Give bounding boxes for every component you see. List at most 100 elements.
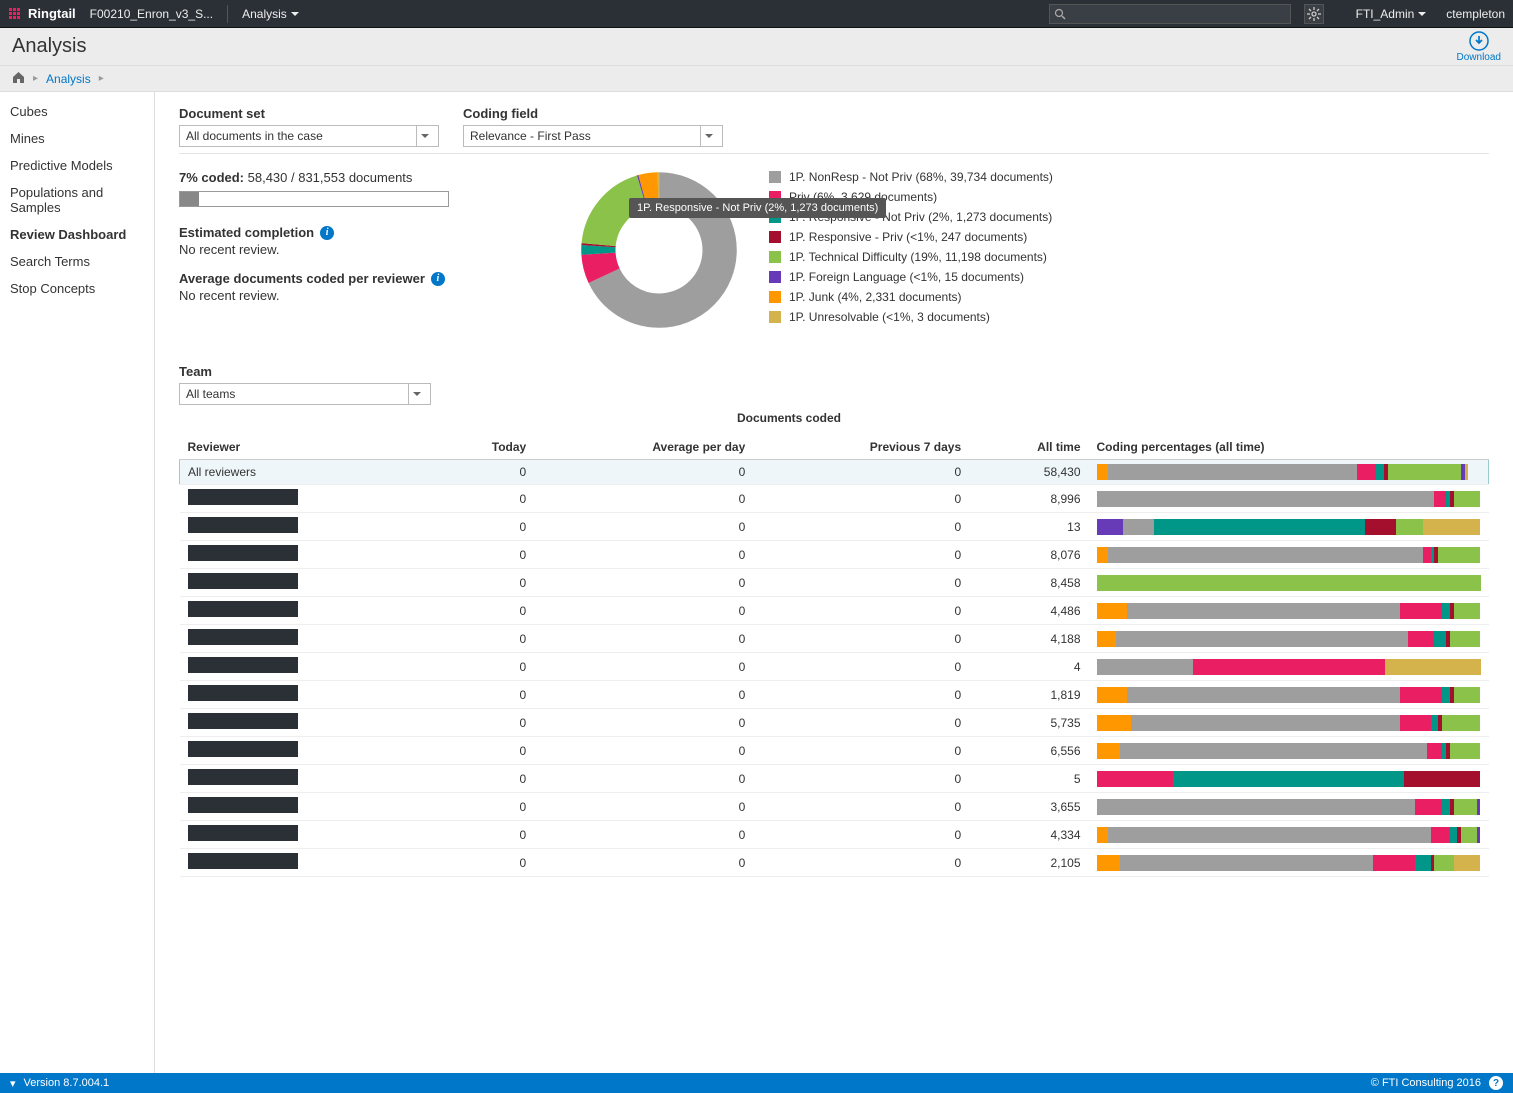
value-cell: 0: [433, 821, 534, 849]
value-cell: 6,556: [969, 737, 1088, 765]
app-name: Ringtail: [28, 6, 76, 21]
table-row[interactable]: 0008,458: [180, 569, 1489, 597]
home-icon[interactable]: [12, 71, 25, 87]
legend-item[interactable]: 1P. Responsive - Priv (<1%, 247 document…: [769, 230, 1053, 244]
value-cell: 0: [534, 849, 753, 877]
table-row[interactable]: 00013: [180, 513, 1489, 541]
col-header[interactable]: Reviewer: [180, 435, 433, 460]
legend-item[interactable]: 1P. Junk (4%, 2,331 documents): [769, 290, 1053, 304]
topbar: Ringtail F00210_Enron_v3_S... Analysis F…: [0, 0, 1513, 28]
sidebar-item[interactable]: Populations and Samples: [0, 179, 154, 221]
download-label: Download: [1457, 52, 1501, 63]
breadcrumb: ▸ Analysis ▸: [0, 66, 1513, 92]
table-row[interactable]: All reviewers00058,430: [180, 460, 1489, 485]
table-row[interactable]: 0002,105: [180, 849, 1489, 877]
table-row[interactable]: 0004,188: [180, 625, 1489, 653]
reviewer-cell: [180, 597, 433, 625]
project-name[interactable]: F00210_Enron_v3_S...: [90, 7, 213, 21]
coding-bar-cell: [1089, 737, 1489, 765]
sidebar-item[interactable]: Search Terms: [0, 248, 154, 275]
legend-item[interactable]: 1P. Technical Difficulty (19%, 11,198 do…: [769, 250, 1053, 264]
sidebar-item[interactable]: Mines: [0, 125, 154, 152]
team-value: All teams: [186, 387, 235, 401]
value-cell: 0: [433, 793, 534, 821]
table-row[interactable]: 0005: [180, 765, 1489, 793]
value-cell: 0: [433, 737, 534, 765]
app-logo[interactable]: Ringtail: [8, 6, 76, 21]
value-cell: 0: [534, 541, 753, 569]
legend-label: 1P. NonResp - Not Priv (68%, 39,734 docu…: [789, 170, 1053, 184]
table-row[interactable]: 0004,486: [180, 597, 1489, 625]
legend-label: 1P. Junk (4%, 2,331 documents): [789, 290, 962, 304]
value-cell: 0: [433, 653, 534, 681]
value-cell: 0: [753, 625, 969, 653]
sidebar-item[interactable]: Predictive Models: [0, 152, 154, 179]
legend-label: 1P. Unresolvable (<1%, 3 documents): [789, 310, 990, 324]
sidebar-item[interactable]: Cubes: [0, 98, 154, 125]
value-cell: 58,430: [969, 460, 1088, 485]
subheader: Analysis Download: [0, 28, 1513, 66]
settings-button[interactable]: [1304, 4, 1324, 24]
legend-item[interactable]: 1P. NonResp - Not Priv (68%, 39,734 docu…: [769, 170, 1053, 184]
search-input[interactable]: [1050, 5, 1290, 23]
col-header[interactable]: Coding percentages (all time): [1089, 435, 1489, 460]
value-cell: 0: [753, 541, 969, 569]
reviewer-cell: [180, 765, 433, 793]
user-secondary[interactable]: ctempleton: [1446, 7, 1505, 21]
reviewer-cell: [180, 541, 433, 569]
reviewer-cell: [180, 485, 433, 513]
value-cell: 0: [534, 737, 753, 765]
value-cell: 0: [534, 709, 753, 737]
user-menu[interactable]: FTI_Admin: [1356, 7, 1427, 21]
crumb-analysis[interactable]: Analysis: [46, 72, 91, 86]
codingfield-select[interactable]: Relevance - First Pass: [463, 125, 723, 147]
value-cell: 0: [534, 821, 753, 849]
coding-bar-cell: [1089, 681, 1489, 709]
table-row[interactable]: 0008,996: [180, 485, 1489, 513]
sidebar-item[interactable]: Review Dashboard: [0, 221, 154, 248]
reviewer-cell: [180, 569, 433, 597]
table-row[interactable]: 0005,735: [180, 709, 1489, 737]
analysis-menu[interactable]: Analysis: [242, 7, 299, 21]
value-cell: 0: [433, 709, 534, 737]
value-cell: 0: [753, 737, 969, 765]
info-icon[interactable]: i: [320, 226, 334, 240]
info-icon[interactable]: i: [431, 272, 445, 286]
help-icon[interactable]: ?: [1489, 1076, 1503, 1090]
value-cell: 2,105: [969, 849, 1088, 877]
legend-swatch: [769, 271, 781, 283]
table-row[interactable]: 0004: [180, 653, 1489, 681]
value-cell: 0: [433, 597, 534, 625]
value-cell: 8,076: [969, 541, 1088, 569]
footer-caret-icon[interactable]: ▾: [10, 1077, 16, 1090]
table-row[interactable]: 0008,076: [180, 541, 1489, 569]
col-header[interactable]: Previous 7 days: [753, 435, 969, 460]
col-header[interactable]: Average per day: [534, 435, 753, 460]
docs-coded-header: Documents coded: [489, 405, 1089, 425]
sidebar-item[interactable]: Stop Concepts: [0, 275, 154, 302]
col-header[interactable]: Today: [433, 435, 534, 460]
table-row[interactable]: 0001,819: [180, 681, 1489, 709]
reviewer-cell: [180, 793, 433, 821]
table-row[interactable]: 0003,655: [180, 793, 1489, 821]
table-row[interactable]: 0006,556: [180, 737, 1489, 765]
value-cell: 0: [534, 681, 753, 709]
search-icon: [1054, 8, 1066, 23]
value-cell: 0: [753, 513, 969, 541]
value-cell: 0: [534, 765, 753, 793]
chevron-down-icon: [416, 126, 432, 146]
team-select[interactable]: All teams: [179, 383, 431, 405]
legend-item[interactable]: 1P. Foreign Language (<1%, 15 documents): [769, 270, 1053, 284]
codingfield-label: Coding field: [463, 106, 723, 121]
legend-item[interactable]: 1P. Unresolvable (<1%, 3 documents): [769, 310, 1053, 324]
docset-select[interactable]: All documents in the case: [179, 125, 439, 147]
col-header[interactable]: All time: [969, 435, 1088, 460]
value-cell: 0: [753, 485, 969, 513]
value-cell: 4,188: [969, 625, 1088, 653]
coding-bar-cell: [1089, 765, 1489, 793]
table-row[interactable]: 0004,334: [180, 821, 1489, 849]
value-cell: 4,334: [969, 821, 1088, 849]
value-cell: 0: [534, 597, 753, 625]
download-button[interactable]: Download: [1457, 30, 1501, 64]
reviewer-cell: [180, 653, 433, 681]
